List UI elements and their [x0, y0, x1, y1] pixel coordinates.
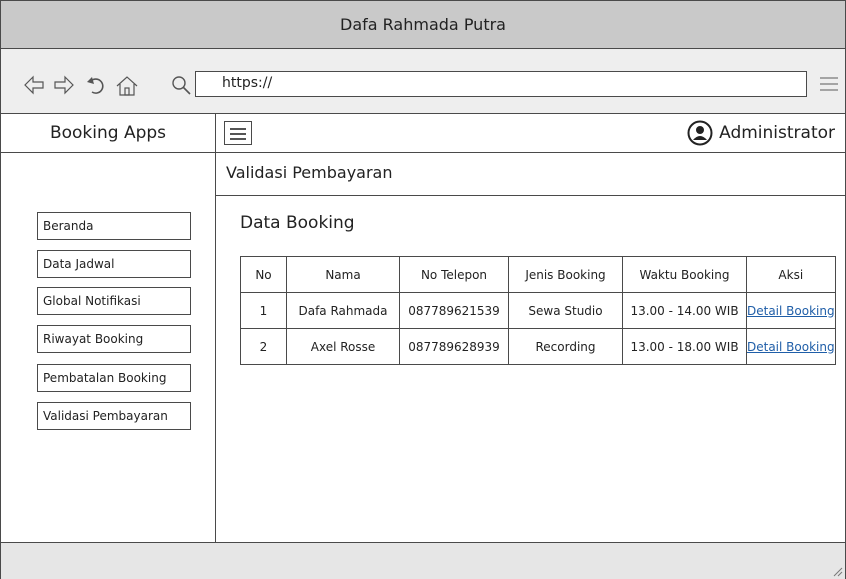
- home-icon[interactable]: [115, 75, 139, 97]
- window-title: Dafa Rahmada Putra: [340, 15, 506, 34]
- window-titlebar: Dafa Rahmada Putra: [1, 1, 845, 49]
- table-row: 1 Dafa Rahmada 087789621539 Sewa Studio …: [240, 292, 836, 329]
- url-text: https://: [222, 75, 273, 91]
- column-header-no: No: [240, 256, 287, 293]
- cell-jenis: Recording: [508, 328, 623, 365]
- sidebar-item-validasi-pembayaran[interactable]: Validasi Pembayaran: [37, 402, 191, 430]
- sidebar: Booking Apps Beranda Data Jadwal Global …: [1, 114, 216, 542]
- sidebar-item-pembatalan-booking[interactable]: Pembatalan Booking: [37, 364, 191, 392]
- breadcrumb: Validasi Pembayaran: [216, 153, 845, 196]
- arrow-left-icon[interactable]: [23, 75, 45, 95]
- sidebar-item-global-notifikasi[interactable]: Global Notifikasi: [37, 287, 191, 315]
- cell-nama: Axel Rosse: [286, 328, 400, 365]
- sidebar-item-data-jadwal[interactable]: Data Jadwal: [37, 250, 191, 278]
- url-field[interactable]: https://: [195, 71, 807, 97]
- search-icon[interactable]: [171, 75, 193, 95]
- resize-grip-icon[interactable]: [831, 565, 843, 577]
- cell-waktu: 13.00 - 18.00 WIB: [622, 328, 747, 365]
- column-header-telepon: No Telepon: [399, 256, 509, 293]
- user-name: Administrator: [719, 123, 835, 143]
- breadcrumb-text: Validasi Pembayaran: [226, 163, 393, 182]
- section-title: Data Booking: [240, 213, 355, 233]
- app-brand: Booking Apps: [1, 114, 215, 153]
- arrow-right-icon[interactable]: [53, 75, 75, 95]
- cell-telepon: 087789628939: [399, 328, 509, 365]
- user-avatar-icon: [687, 120, 713, 146]
- column-header-waktu: Waktu Booking: [622, 256, 747, 293]
- column-header-jenis: Jenis Booking: [508, 256, 623, 293]
- browser-window: Dafa Rahmada Putra https:// Booking Apps…: [0, 0, 846, 579]
- column-header-nama: Nama: [286, 256, 400, 293]
- hamburger-menu-icon[interactable]: [224, 121, 252, 145]
- sidebar-item-riwayat-booking[interactable]: Riwayat Booking: [37, 325, 191, 353]
- cell-telepon: 087789621539: [399, 292, 509, 329]
- status-bar: [1, 542, 845, 579]
- cell-no: 2: [240, 328, 287, 365]
- table-row: 2 Axel Rosse 087789628939 Recording 13.0…: [240, 328, 836, 365]
- reload-icon[interactable]: [85, 75, 109, 95]
- table-header-row: No Nama No Telepon Jenis Booking Waktu B…: [240, 256, 836, 293]
- column-header-aksi: Aksi: [746, 256, 836, 293]
- cell-waktu: 13.00 - 14.00 WIB: [622, 292, 747, 329]
- cell-nama: Dafa Rahmada: [286, 292, 400, 329]
- cell-jenis: Sewa Studio: [508, 292, 623, 329]
- booking-table: No Nama No Telepon Jenis Booking Waktu B…: [240, 256, 836, 365]
- sidebar-item-beranda[interactable]: Beranda: [37, 212, 191, 240]
- browser-menu-icon[interactable]: [819, 76, 839, 92]
- user-menu[interactable]: Administrator: [687, 120, 835, 146]
- cell-no: 1: [240, 292, 287, 329]
- detail-booking-link[interactable]: Detail Booking: [746, 292, 836, 329]
- app-topbar: Administrator: [216, 114, 845, 153]
- detail-booking-link[interactable]: Detail Booking: [746, 328, 836, 365]
